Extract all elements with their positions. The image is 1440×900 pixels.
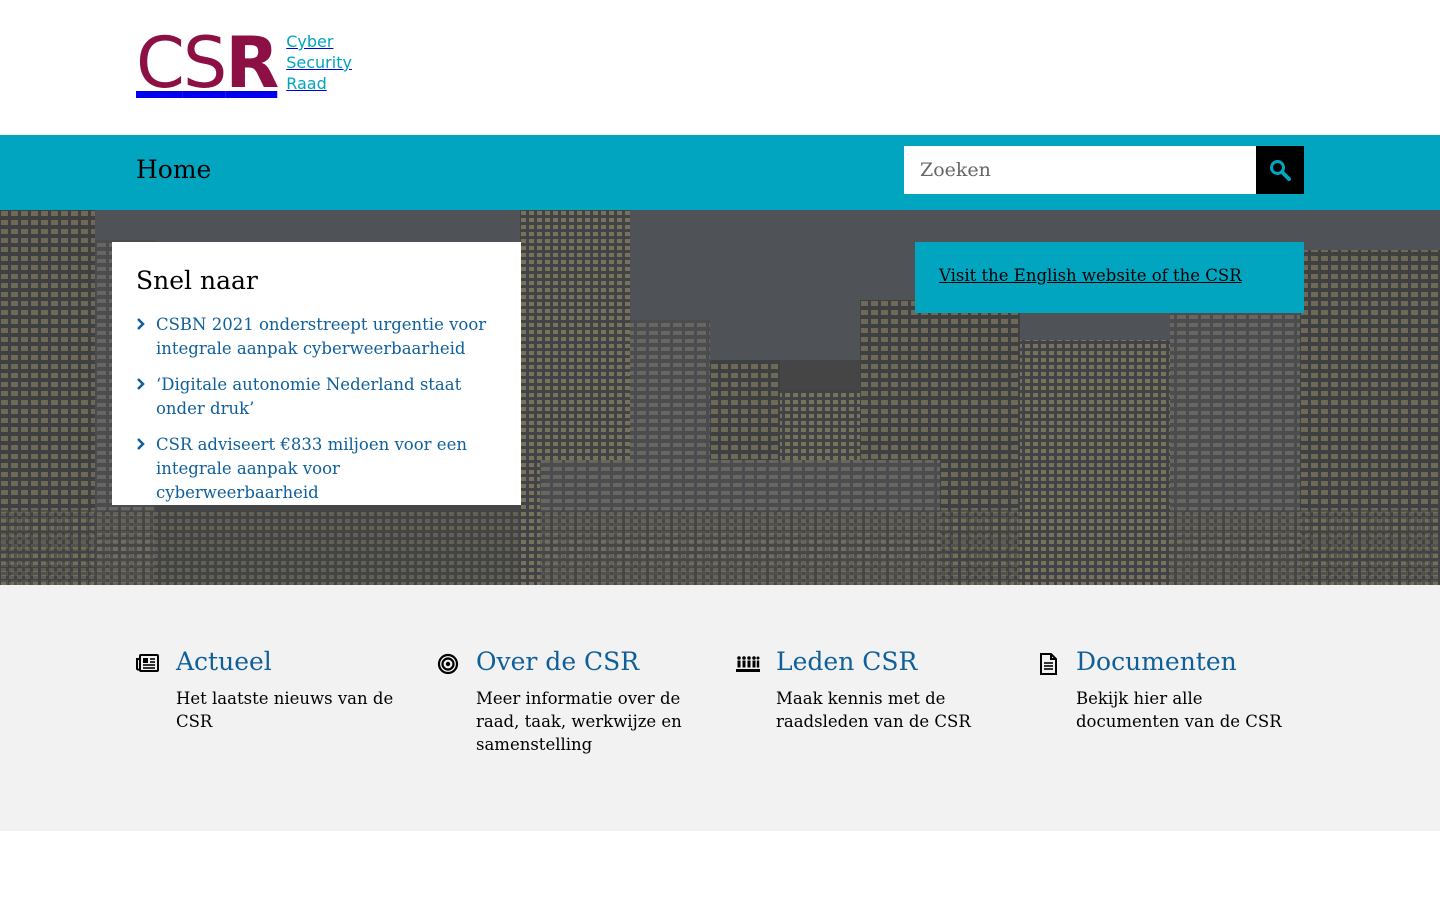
tile-documenten-description: Bekijk hier alle documenten van de CSR <box>1076 689 1282 731</box>
chevron-right-icon <box>136 313 156 335</box>
quicklinks-panel: Snel naar CSBN 2021 onderstreept urgenti… <box>112 242 521 505</box>
chevron-right-icon <box>136 433 156 455</box>
document-icon <box>1040 653 1057 675</box>
site-header: CSR Cyber Security Raad <box>0 0 1440 135</box>
logo-mark: CSR <box>136 21 279 104</box>
quicklink-item: ‘Digitale autonomie Nederland staat onde… <box>136 373 497 421</box>
search-icon <box>1270 160 1291 181</box>
tile-over-de-csr-title[interactable]: Over de CSR <box>476 647 639 676</box>
logo-wordmark: Cyber Security Raad <box>286 31 352 94</box>
quicklinks-title: Snel naar <box>136 266 258 295</box>
quicklink-digitale-autonomie[interactable]: ‘Digitale autonomie Nederland staat onde… <box>156 373 497 421</box>
chevron-right-icon <box>136 373 156 395</box>
logo-letter-c: C <box>136 21 185 104</box>
english-website-link[interactable]: Visit the English website of the CSR <box>939 266 1242 285</box>
quicklink-item: CSBN 2021 onderstreept urgentie voor int… <box>136 313 497 361</box>
logo-letter-s: S <box>182 21 227 104</box>
quicklink-csr-adviseert[interactable]: CSR adviseert €833 miljoen voor een inte… <box>156 433 497 505</box>
tile-actueel-title[interactable]: Actueel <box>176 647 272 676</box>
logo-line-1: Cyber <box>286 32 334 51</box>
tile-documenten-title[interactable]: Documenten <box>1076 647 1237 676</box>
logo-line-3: Raad <box>286 74 327 93</box>
newspaper-icon <box>136 654 159 672</box>
logo-letter-r: R <box>225 21 279 104</box>
search-input[interactable] <box>904 146 1256 194</box>
people-icon <box>736 656 760 672</box>
search-button[interactable] <box>1256 146 1304 194</box>
tile-leden-csr-title[interactable]: Leden CSR <box>776 647 917 676</box>
quicklink-item: CSR adviseert €833 miljoen voor een inte… <box>136 433 497 505</box>
english-website-box: Visit the English website of the CSR <box>915 242 1304 313</box>
hero-banner: Snel naar CSBN 2021 onderstreept urgenti… <box>0 210 1440 585</box>
nav-home-link[interactable]: Home <box>136 155 211 184</box>
logo-line-2: Security <box>286 53 352 72</box>
search-form <box>904 146 1304 194</box>
tile-actueel-description: Het laatste nieuws van de CSR <box>176 689 394 731</box>
quicklink-csbn-2021[interactable]: CSBN 2021 onderstreept urgentie voor int… <box>156 313 497 361</box>
tile-leden-csr-description: Maak kennis met de raadsleden van de CSR <box>776 689 971 731</box>
main-navbar: Home <box>0 135 1440 210</box>
tile-over-de-csr-description: Meer informatie over de raad, taak, werk… <box>476 689 682 754</box>
csr-logo[interactable]: CSR Cyber Security Raad <box>136 21 352 104</box>
feature-tiles: Actueel Het laatste nieuws van de CSR Ov… <box>0 585 1440 831</box>
target-icon <box>437 653 459 675</box>
